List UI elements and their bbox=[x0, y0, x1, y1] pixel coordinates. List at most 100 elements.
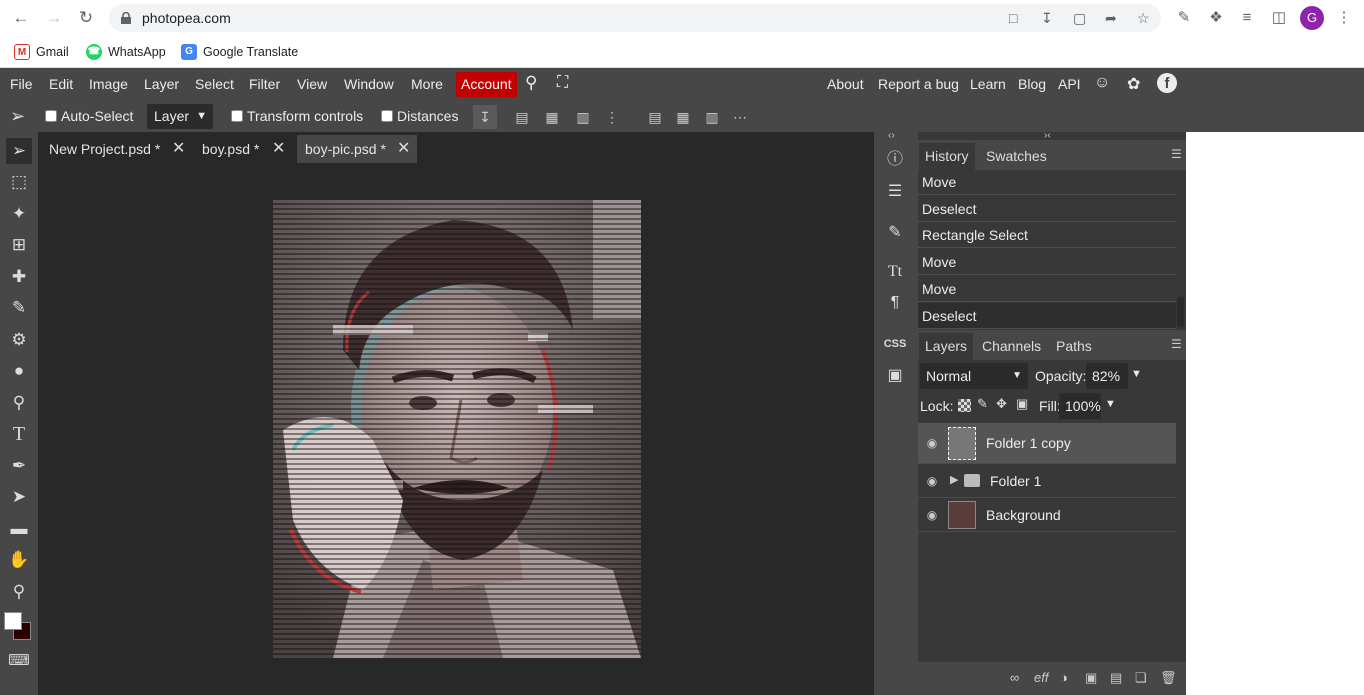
screenshot-icon[interactable]: □ bbox=[1009, 4, 1017, 32]
foreground-color-swatch[interactable] bbox=[4, 612, 22, 630]
text-tool-icon[interactable]: T bbox=[6, 421, 32, 447]
lock-paint-icon[interactable]: ✎ bbox=[977, 396, 988, 412]
lock-transparency-icon[interactable] bbox=[958, 399, 971, 412]
character-icon[interactable]: Tt bbox=[882, 260, 908, 284]
fill-arrow-icon[interactable]: ▼ bbox=[1105, 398, 1116, 410]
link-layers-icon[interactable]: ∞ bbox=[1010, 670, 1019, 685]
tab-boy[interactable]: boy.psd * ✕ bbox=[194, 135, 294, 163]
pen-tool-icon[interactable]: ✒ bbox=[6, 453, 32, 479]
paragraph-icon[interactable]: ¶ bbox=[882, 291, 908, 315]
lock-move-icon[interactable]: ✥ bbox=[996, 396, 1007, 412]
kebab-menu-icon[interactable]: ⋮ bbox=[1333, 7, 1355, 29]
document-canvas[interactable] bbox=[273, 200, 641, 658]
history-item[interactable]: Move bbox=[918, 276, 1176, 302]
collapse-icon[interactable]: ‹› bbox=[888, 130, 895, 141]
menu-blog[interactable]: Blog bbox=[1018, 76, 1046, 92]
tab-paths[interactable]: Paths bbox=[1050, 333, 1098, 360]
account-button[interactable]: Account bbox=[456, 72, 517, 97]
bookmark-gmail[interactable]: M Gmail bbox=[14, 42, 69, 62]
layer-row[interactable]: ◉ ▶ Folder 1 bbox=[918, 464, 1176, 498]
tab-layers[interactable]: Layers bbox=[919, 333, 974, 360]
history-item[interactable]: Deselect bbox=[918, 303, 1176, 329]
lock-all-icon[interactable]: ▣ bbox=[1016, 396, 1028, 412]
panel-menu-icon[interactable]: ☰ bbox=[1171, 147, 1182, 161]
menu-filter[interactable]: Filter bbox=[249, 76, 280, 92]
history-item[interactable]: Move bbox=[918, 249, 1176, 275]
reload-icon[interactable]: ↻ bbox=[75, 7, 97, 29]
brush-settings-icon[interactable]: ✎ bbox=[882, 221, 908, 245]
visibility-eye-icon[interactable]: ◉ bbox=[924, 435, 940, 451]
menu-edit[interactable]: Edit bbox=[49, 76, 73, 92]
back-icon[interactable]: ← bbox=[10, 7, 32, 29]
close-icon[interactable]: ✕ bbox=[272, 135, 285, 163]
menu-api[interactable]: API bbox=[1058, 76, 1081, 92]
blur-icon[interactable]: ● bbox=[6, 358, 32, 384]
fill-field[interactable]: 100% bbox=[1059, 393, 1101, 419]
magic-wand-icon[interactable]: ✦ bbox=[6, 201, 32, 227]
dodge-icon[interactable]: ⚲ bbox=[6, 390, 32, 416]
blend-mode-dropdown[interactable]: Normal ▼ bbox=[920, 363, 1028, 389]
menu-layer[interactable]: Layer bbox=[144, 76, 179, 92]
avatar[interactable]: G bbox=[1300, 6, 1324, 30]
bookmark-whatsapp[interactable]: ☎ WhatsApp bbox=[86, 42, 166, 62]
expand-folder-icon[interactable]: ▶ bbox=[950, 473, 958, 486]
align-left-icon[interactable]: ▤ bbox=[513, 108, 531, 126]
pen-extension-icon[interactable]: ✎ bbox=[1173, 7, 1195, 29]
delete-layer-icon[interactable]: 🗑 bbox=[1160, 670, 1177, 686]
align-right-icon[interactable]: ▥ bbox=[574, 108, 592, 126]
move-tool-icon[interactable]: ➢ bbox=[6, 138, 32, 164]
menu-file[interactable]: File bbox=[10, 76, 33, 92]
auto-select-checkbox[interactable] bbox=[45, 110, 57, 122]
opacity-field[interactable]: 82% bbox=[1086, 363, 1128, 389]
tab-history[interactable]: History bbox=[919, 143, 975, 170]
search-icon[interactable]: ⚲ bbox=[525, 73, 537, 93]
side-panel-icon[interactable]: ◫ bbox=[1268, 7, 1290, 29]
menu-report-bug[interactable]: Report a bug bbox=[878, 76, 959, 92]
css-icon[interactable]: CSS bbox=[882, 332, 908, 356]
transform-controls-checkbox[interactable] bbox=[231, 110, 243, 122]
rectangle-select-icon[interactable]: ⬚ bbox=[6, 169, 32, 195]
bookmark-google-translate[interactable]: G Google Translate bbox=[181, 42, 298, 62]
menu-window[interactable]: Window bbox=[344, 76, 394, 92]
menu-select[interactable]: Select bbox=[195, 76, 234, 92]
close-icon[interactable]: ✕ bbox=[397, 135, 410, 163]
layer-mask-icon[interactable]: ▣ bbox=[1085, 670, 1097, 686]
keyboard-icon[interactable]: ⌨ bbox=[6, 648, 32, 674]
align-top-icon[interactable]: ▤ bbox=[646, 108, 664, 126]
distances-checkbox[interactable] bbox=[381, 110, 393, 122]
crop-icon[interactable]: ⊞ bbox=[6, 232, 32, 258]
panel-menu-icon[interactable]: ☰ bbox=[1171, 337, 1182, 351]
history-item[interactable]: Move bbox=[918, 169, 1176, 195]
history-scrollbar[interactable] bbox=[1177, 297, 1184, 327]
adjustment-layer-icon[interactable]: ◑ bbox=[1060, 670, 1068, 685]
info-icon[interactable]: ⓘ bbox=[882, 148, 908, 172]
hand-tool-icon[interactable]: ✋ bbox=[6, 547, 32, 573]
reddit-icon[interactable]: ☺ bbox=[1094, 74, 1110, 92]
distribute-icon[interactable]: ⋮ bbox=[603, 108, 621, 126]
new-layer-icon[interactable]: ❏ bbox=[1135, 670, 1147, 686]
address-bar[interactable]: photopea.com □ ↧ ▢ ➦ ☆ bbox=[109, 4, 1161, 32]
forward-icon[interactable]: → bbox=[43, 7, 65, 29]
layer-row[interactable]: ◉ Background bbox=[918, 498, 1176, 532]
history-item[interactable]: Deselect bbox=[918, 196, 1176, 222]
page-icon[interactable]: ▢ bbox=[1073, 4, 1086, 32]
brush-icon[interactable]: ✎ bbox=[6, 295, 32, 321]
align-center-icon[interactable]: ▦ bbox=[543, 108, 561, 126]
new-folder-icon[interactable]: ▤ bbox=[1110, 670, 1122, 686]
shape-tool-icon[interactable]: ▬ bbox=[6, 516, 32, 542]
history-item[interactable]: Rectangle Select bbox=[918, 222, 1176, 248]
close-icon[interactable]: ✕ bbox=[172, 135, 185, 163]
image-icon[interactable]: ▣ bbox=[882, 364, 908, 388]
install-icon[interactable]: ↧ bbox=[1041, 4, 1053, 32]
visibility-eye-icon[interactable]: ◉ bbox=[924, 473, 940, 489]
download-icon[interactable]: ↧ bbox=[473, 105, 497, 129]
share-icon[interactable]: ➦ bbox=[1105, 4, 1117, 32]
distribute-horizontal-icon[interactable]: ⋯ bbox=[731, 108, 749, 126]
reading-list-icon[interactable]: ≡ bbox=[1236, 7, 1258, 29]
clone-stamp-icon[interactable]: ⚙ bbox=[6, 327, 32, 353]
facebook-icon[interactable]: f bbox=[1157, 73, 1177, 93]
menu-view[interactable]: View bbox=[297, 76, 327, 92]
layer-row[interactable]: ◉ Folder 1 copy bbox=[918, 423, 1176, 464]
menu-about[interactable]: About bbox=[827, 76, 864, 92]
tab-swatches[interactable]: Swatches bbox=[980, 143, 1053, 170]
